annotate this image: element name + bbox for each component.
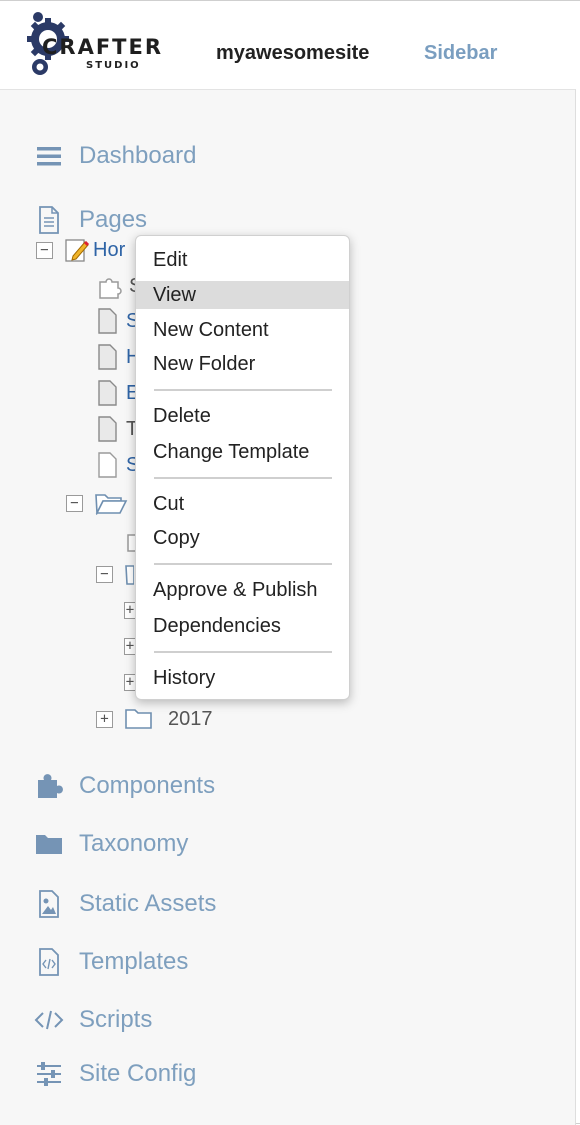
puzzle-icon [99, 278, 122, 299]
nav-site-config[interactable]: Site Config [34, 1057, 196, 1091]
nav-pages-label: Pages [79, 206, 148, 233]
tree-row-page[interactable]: S [96, 306, 139, 336]
context-menu: Edit View New Content New Folder Delete … [135, 235, 350, 700]
menu-item-history[interactable]: History [136, 664, 349, 692]
tree-year-label: 2017 [168, 707, 213, 730]
tree-row-folder-2017[interactable]: + 2017 [96, 704, 213, 734]
nav-taxonomy-label: Taxonomy [79, 830, 189, 857]
menu-item-cut[interactable]: Cut [136, 490, 349, 518]
menu-separator [154, 477, 332, 479]
tree-home-label[interactable]: Hor [93, 239, 125, 262]
page-document-icon [34, 205, 64, 235]
edit-page-icon [65, 239, 90, 262]
nav-dashboard[interactable]: Dashboard [34, 139, 196, 173]
nav-components[interactable]: Components [34, 769, 215, 803]
code-brackets-icon [34, 1005, 64, 1035]
nav-templates[interactable]: Templates [34, 945, 188, 979]
menu-separator [154, 651, 332, 653]
menu-item-approve-publish[interactable]: Approve & Publish [136, 576, 349, 604]
tree-row-home[interactable]: − Hor [36, 235, 125, 265]
expand-toggle-icon[interactable]: + [96, 710, 113, 728]
menu-separator [154, 389, 332, 391]
nav-scripts[interactable]: Scripts [34, 1003, 152, 1037]
collapse-toggle-icon[interactable]: − [66, 494, 83, 512]
nav-scripts-label: Scripts [79, 1006, 153, 1033]
folder-icon [125, 709, 152, 729]
menu-item-dependencies[interactable]: Dependencies [136, 612, 349, 640]
menu-item-delete[interactable]: Delete [136, 402, 349, 430]
menu-item-new-content[interactable]: New Content [136, 316, 349, 344]
page-icon [98, 344, 117, 370]
nav-templates-label: Templates [79, 948, 189, 975]
nav-static-assets[interactable]: Static Assets [34, 887, 216, 921]
page-icon [98, 380, 117, 406]
app-frame: CRAFTER STUDIO myawesomesite Sidebar Das… [0, 0, 580, 1125]
nav-pages[interactable]: Pages [34, 203, 147, 237]
tree-row-folder[interactable]: − [66, 488, 128, 518]
logo-studio-text: STUDIO [86, 60, 141, 71]
blank-page-icon [98, 452, 117, 478]
menu-separator [154, 563, 332, 565]
tree-row-page[interactable]: H [96, 342, 140, 372]
site-name[interactable]: myawesomesite [216, 42, 369, 65]
menu-item-copy[interactable]: Copy [136, 524, 349, 552]
nav-static-assets-label: Static Assets [79, 890, 217, 917]
logo-crafter-text: CRAFTER [42, 35, 164, 59]
menu-item-edit[interactable]: Edit [136, 246, 349, 274]
folder-icon [34, 829, 64, 859]
open-folder-icon [125, 565, 134, 585]
menu-item-new-folder[interactable]: New Folder [136, 350, 349, 378]
nav-dashboard-label: Dashboard [79, 142, 197, 169]
nav-site-config-label: Site Config [79, 1060, 197, 1087]
nav-taxonomy[interactable]: Taxonomy [34, 827, 188, 861]
open-folder-icon [95, 494, 128, 515]
tree-row-page[interactable]: E [96, 378, 139, 408]
nav-components-label: Components [79, 772, 216, 799]
tree-row-page[interactable]: T [96, 414, 138, 444]
sliders-icon [34, 1059, 64, 1089]
header: CRAFTER STUDIO myawesomesite Sidebar [0, 1, 580, 89]
tree-row-folder[interactable]: − [96, 559, 134, 589]
crafter-logo[interactable]: CRAFTER STUDIO [26, 9, 166, 81]
sidebar-toggle-link[interactable]: Sidebar [424, 42, 497, 65]
page-icon [98, 308, 117, 334]
puzzle-icon [34, 771, 64, 801]
page-icon [98, 416, 117, 442]
image-file-icon [34, 889, 64, 919]
menu-item-change-template[interactable]: Change Template [136, 438, 349, 466]
menu-bars-icon [34, 141, 64, 171]
code-file-icon [34, 947, 64, 977]
menu-item-view[interactable]: View [136, 281, 349, 309]
collapse-toggle-icon[interactable]: − [96, 565, 113, 583]
tree-row-page[interactable]: S [96, 450, 139, 480]
collapse-toggle-icon[interactable]: − [36, 241, 53, 259]
